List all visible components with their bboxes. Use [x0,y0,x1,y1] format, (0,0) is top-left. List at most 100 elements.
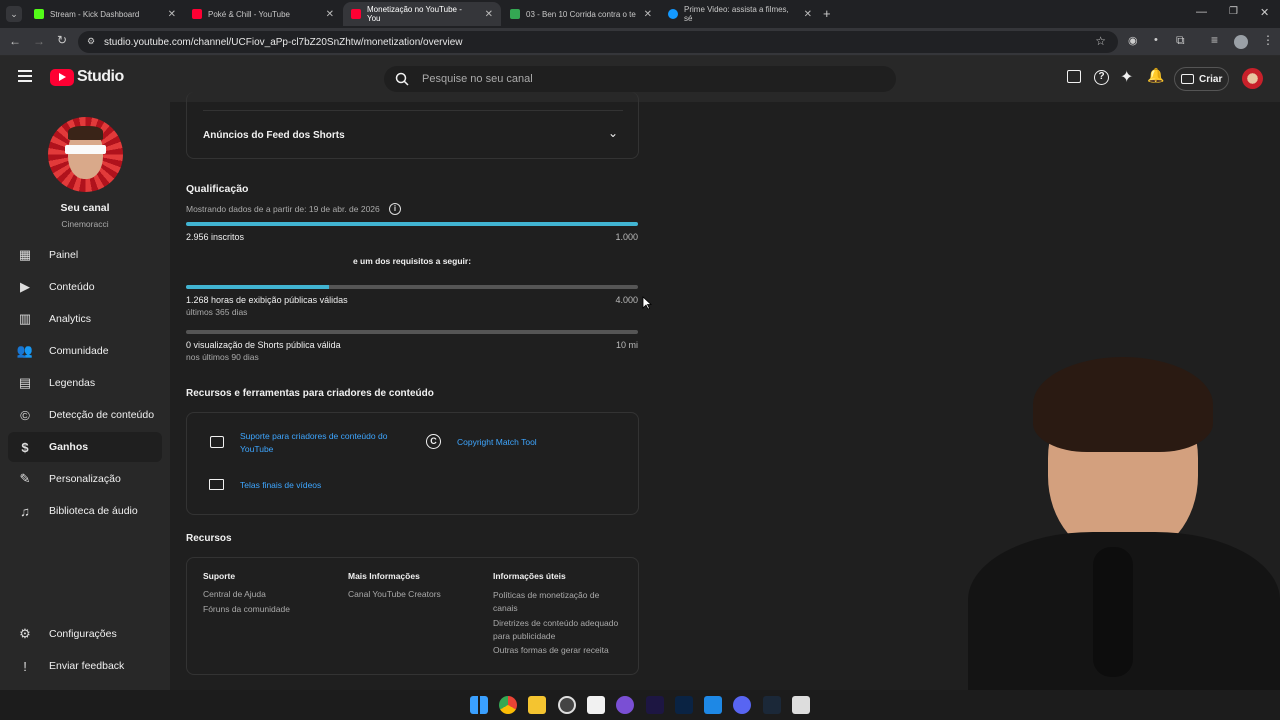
sidebar-item-legendas[interactable]: ▤ Legendas [8,368,162,398]
forward-icon[interactable]: → [33,34,45,48]
earn-icon: $ [21,439,29,455]
back-icon[interactable]: ← [9,34,21,48]
watch-hours-label: 1.268 horas de exibição públicas válidas [186,295,348,305]
sidebar-item-biblioteca[interactable]: ♫ Biblioteca de áudio [8,496,162,526]
channel-name: Cinemoracci [61,219,109,229]
sidebar-item-ganhos[interactable]: $ Ganhos [8,432,162,462]
qualification-title: Qualificação [186,183,249,195]
browser-tab[interactable]: Poké & Chill - YouTube ✕ [184,2,342,26]
end-screens-link[interactable]: Telas finais de vídeos [240,480,321,490]
watch-hours-progress-fill [186,285,330,289]
support-column-title: Suporte [203,571,236,581]
app-icon[interactable] [616,696,634,714]
close-icon[interactable]: ✕ [804,9,812,20]
browser-menu-icon[interactable]: ⋮ [1262,33,1274,47]
windows-start-icon[interactable] [470,696,488,714]
browser-tab-active[interactable]: Monetização no YouTube - You ✕ [343,2,501,26]
extension-icon[interactable]: • [1154,34,1158,46]
sidebar-item-painel[interactable]: ▦ Painel [8,240,162,270]
extensions-puzzle-icon[interactable]: ⧉ [1176,33,1185,48]
ad-friendly-guidelines-link[interactable]: Diretrizes de conteúdo adequado para pub… [493,617,628,643]
browser-tab[interactable]: 03 - Ben 10 Corrida contra o te ✕ [502,2,660,26]
prime-video-icon [668,9,678,19]
sidebar-item-analytics[interactable]: ▥ Analytics [8,304,162,334]
discord-icon[interactable] [733,696,751,714]
shorts-views-label: 0 visualização de Shorts pública válida [186,340,341,350]
minimize-icon[interactable]: — [1196,6,1207,18]
sidebar-item-deteccao[interactable]: © Detecção de conteúdo [8,400,162,430]
watch-hours-target: 4.000 [615,295,638,305]
studio-logo-text[interactable]: Studio [77,68,124,86]
dashboard-icon: ▦ [18,247,32,262]
shorts-ads-accordion[interactable]: Anúncios do Feed dos Shorts ⌄ [186,92,639,159]
resources-title: Recursos [186,533,232,544]
site-info-icon[interactable]: ⚙ [87,36,95,47]
profile-avatar-icon[interactable] [1234,35,1248,49]
account-avatar[interactable] [1242,68,1263,89]
help-center-link[interactable]: Central de Ajuda [203,589,266,599]
monetization-policies-link[interactable]: Políticas de monetização de canais [493,589,618,615]
premiere-icon[interactable] [646,696,664,714]
file-explorer-icon[interactable] [528,696,546,714]
extension-icon[interactable]: ◉ [1128,34,1138,47]
useful-info-column-title: Informações úteis [493,571,566,581]
close-icon[interactable]: ✕ [168,9,176,20]
help-icon[interactable]: ? [1094,70,1109,85]
info-icon[interactable]: i [389,203,401,215]
more-info-column-title: Mais Informações [348,571,420,581]
create-button[interactable]: Criar [1174,67,1229,91]
gear-icon: ⚙ [19,626,31,641]
reload-icon[interactable]: ↻ [57,33,67,47]
content-icon: ▶ [20,279,30,294]
tools-card: Suporte para criadores de conteúdo do Yo… [186,412,639,515]
sidebar-item-settings[interactable]: ⚙ Configurações [8,619,162,649]
drive-icon [510,9,520,19]
creators-channel-link[interactable]: Canal YouTube Creators [348,589,441,599]
sidebar-item-personalizacao[interactable]: ✎ Personalização [8,464,162,494]
youtube-logo-icon[interactable] [50,69,74,86]
creator-support-link[interactable]: Suporte para criadores de conteúdo do Yo… [240,430,410,456]
sidebar-item-feedback[interactable]: ! Enviar feedback [8,651,162,681]
close-window-icon[interactable]: ✕ [1260,6,1269,19]
obs-icon[interactable] [558,696,576,714]
chrome-icon[interactable] [499,696,517,714]
close-icon[interactable]: ✕ [326,9,334,20]
app-icon[interactable] [792,696,810,714]
kick-icon [34,9,44,19]
photoshop-icon[interactable] [675,696,693,714]
sidebar-item-comunidade[interactable]: 👥 Comunidade [8,336,162,366]
steam-icon[interactable] [763,696,781,714]
notifications-bell-icon[interactable]: 🔔 [1147,67,1164,84]
browser-tab[interactable]: Prime Video: assista a filmes, sé ✕ [660,2,820,26]
community-icon: 👥 [16,343,34,358]
sidebar-item-conteudo[interactable]: ▶ Conteúdo [8,272,162,302]
analytics-icon: ▥ [18,311,32,326]
community-forums-link[interactable]: Fóruns da comunidade [203,604,290,614]
sidebar: Seu canal Cinemoracci ▦ Painel ▶ Conteúdo … [0,102,170,690]
hamburger-menu-icon[interactable] [18,70,32,82]
reading-list-icon[interactable]: ≡ [1211,33,1218,47]
copyright-icon: C [426,434,441,449]
address-bar[interactable]: ⚙ studio.youtube.com/channel/UCFiov_aPp-… [78,31,1118,53]
channel-title: Seu canal [60,202,110,214]
notion-icon[interactable] [587,696,605,714]
tab-list-button[interactable]: ⌄ [6,6,22,22]
vscode-icon[interactable] [704,696,722,714]
other-revenue-link[interactable]: Outras formas de gerar receita [493,645,609,655]
close-icon[interactable]: ✕ [644,9,652,20]
browser-tab[interactable]: Stream - Kick Dashboard ✕ [26,2,184,26]
close-icon[interactable]: ✕ [485,9,493,20]
channel-avatar[interactable] [48,117,123,192]
restore-icon[interactable]: ❐ [1229,6,1238,17]
copyright-match-tool-link[interactable]: Copyright Match Tool [457,437,537,447]
subtitles-icon: ▤ [18,375,32,390]
webcam-overlay [928,357,1280,690]
search-input[interactable]: Pesquise no seu canal [384,66,896,92]
messages-icon[interactable] [1067,70,1081,83]
sparkle-icon[interactable]: ✦ [1120,67,1133,87]
chevron-down-icon[interactable]: ⌄ [608,126,618,140]
subscribers-progress-bar [186,222,638,226]
mouse-cursor-icon [642,296,652,310]
bookmark-star-icon[interactable]: ☆ [1095,34,1106,48]
new-tab-icon[interactable]: + [823,6,831,21]
